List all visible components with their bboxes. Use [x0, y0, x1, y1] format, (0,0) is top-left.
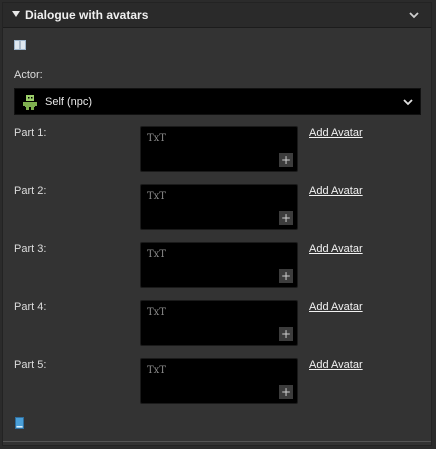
actor-label: Actor: — [14, 69, 43, 81]
part-2-add-icon[interactable]: + — [279, 211, 293, 225]
chevron-down-icon[interactable] — [407, 8, 421, 22]
part-3-text-field[interactable]: TxT + — [140, 242, 298, 288]
part-1-label: Part 1: — [14, 127, 47, 139]
part-1-placeholder: TxT — [147, 133, 166, 144]
open-book-icon[interactable] — [14, 40, 26, 50]
part-4-add-avatar-link[interactable]: Add Avatar — [309, 301, 363, 313]
actor-select[interactable]: Self (npc) — [14, 88, 421, 115]
panel-header[interactable]: Dialogue with avatars — [3, 3, 431, 28]
collapse-triangle-icon[interactable] — [12, 11, 20, 17]
panel-title: Dialogue with avatars — [25, 8, 149, 22]
part-2-add-avatar-link[interactable]: Add Avatar — [309, 185, 363, 197]
part-5-label: Part 5: — [14, 359, 47, 371]
part-5-add-icon[interactable]: + — [279, 385, 293, 399]
actor-selected-value: Self (npc) — [45, 96, 93, 108]
part-3-label: Part 3: — [14, 243, 47, 255]
part-5-placeholder: TxT — [147, 365, 166, 376]
part-4-text-field[interactable]: TxT + — [140, 300, 298, 346]
part-2-label: Part 2: — [14, 185, 47, 197]
part-1-add-icon[interactable]: + — [279, 153, 293, 167]
part-5-text-field[interactable]: TxT + — [140, 358, 298, 404]
divider — [3, 441, 431, 442]
part-4-placeholder: TxT — [147, 307, 166, 318]
part-1-text-field[interactable]: TxT + — [140, 126, 298, 172]
dropdown-arrow-icon[interactable] — [402, 97, 414, 107]
dialogue-panel: Dialogue with avatars Actor: Self (npc) … — [2, 2, 432, 446]
part-4-label: Part 4: — [14, 301, 47, 313]
part-3-placeholder: TxT — [147, 249, 166, 260]
part-5-add-avatar-link[interactable]: Add Avatar — [309, 359, 363, 371]
part-3-add-avatar-link[interactable]: Add Avatar — [309, 243, 363, 255]
part-1-add-avatar-link[interactable]: Add Avatar — [309, 127, 363, 139]
part-2-text-field[interactable]: TxT + — [140, 184, 298, 230]
part-4-add-icon[interactable]: + — [279, 327, 293, 341]
closed-book-icon[interactable] — [15, 417, 24, 429]
robot-icon — [23, 95, 37, 110]
part-2-placeholder: TxT — [147, 191, 166, 202]
part-3-add-icon[interactable]: + — [279, 269, 293, 283]
